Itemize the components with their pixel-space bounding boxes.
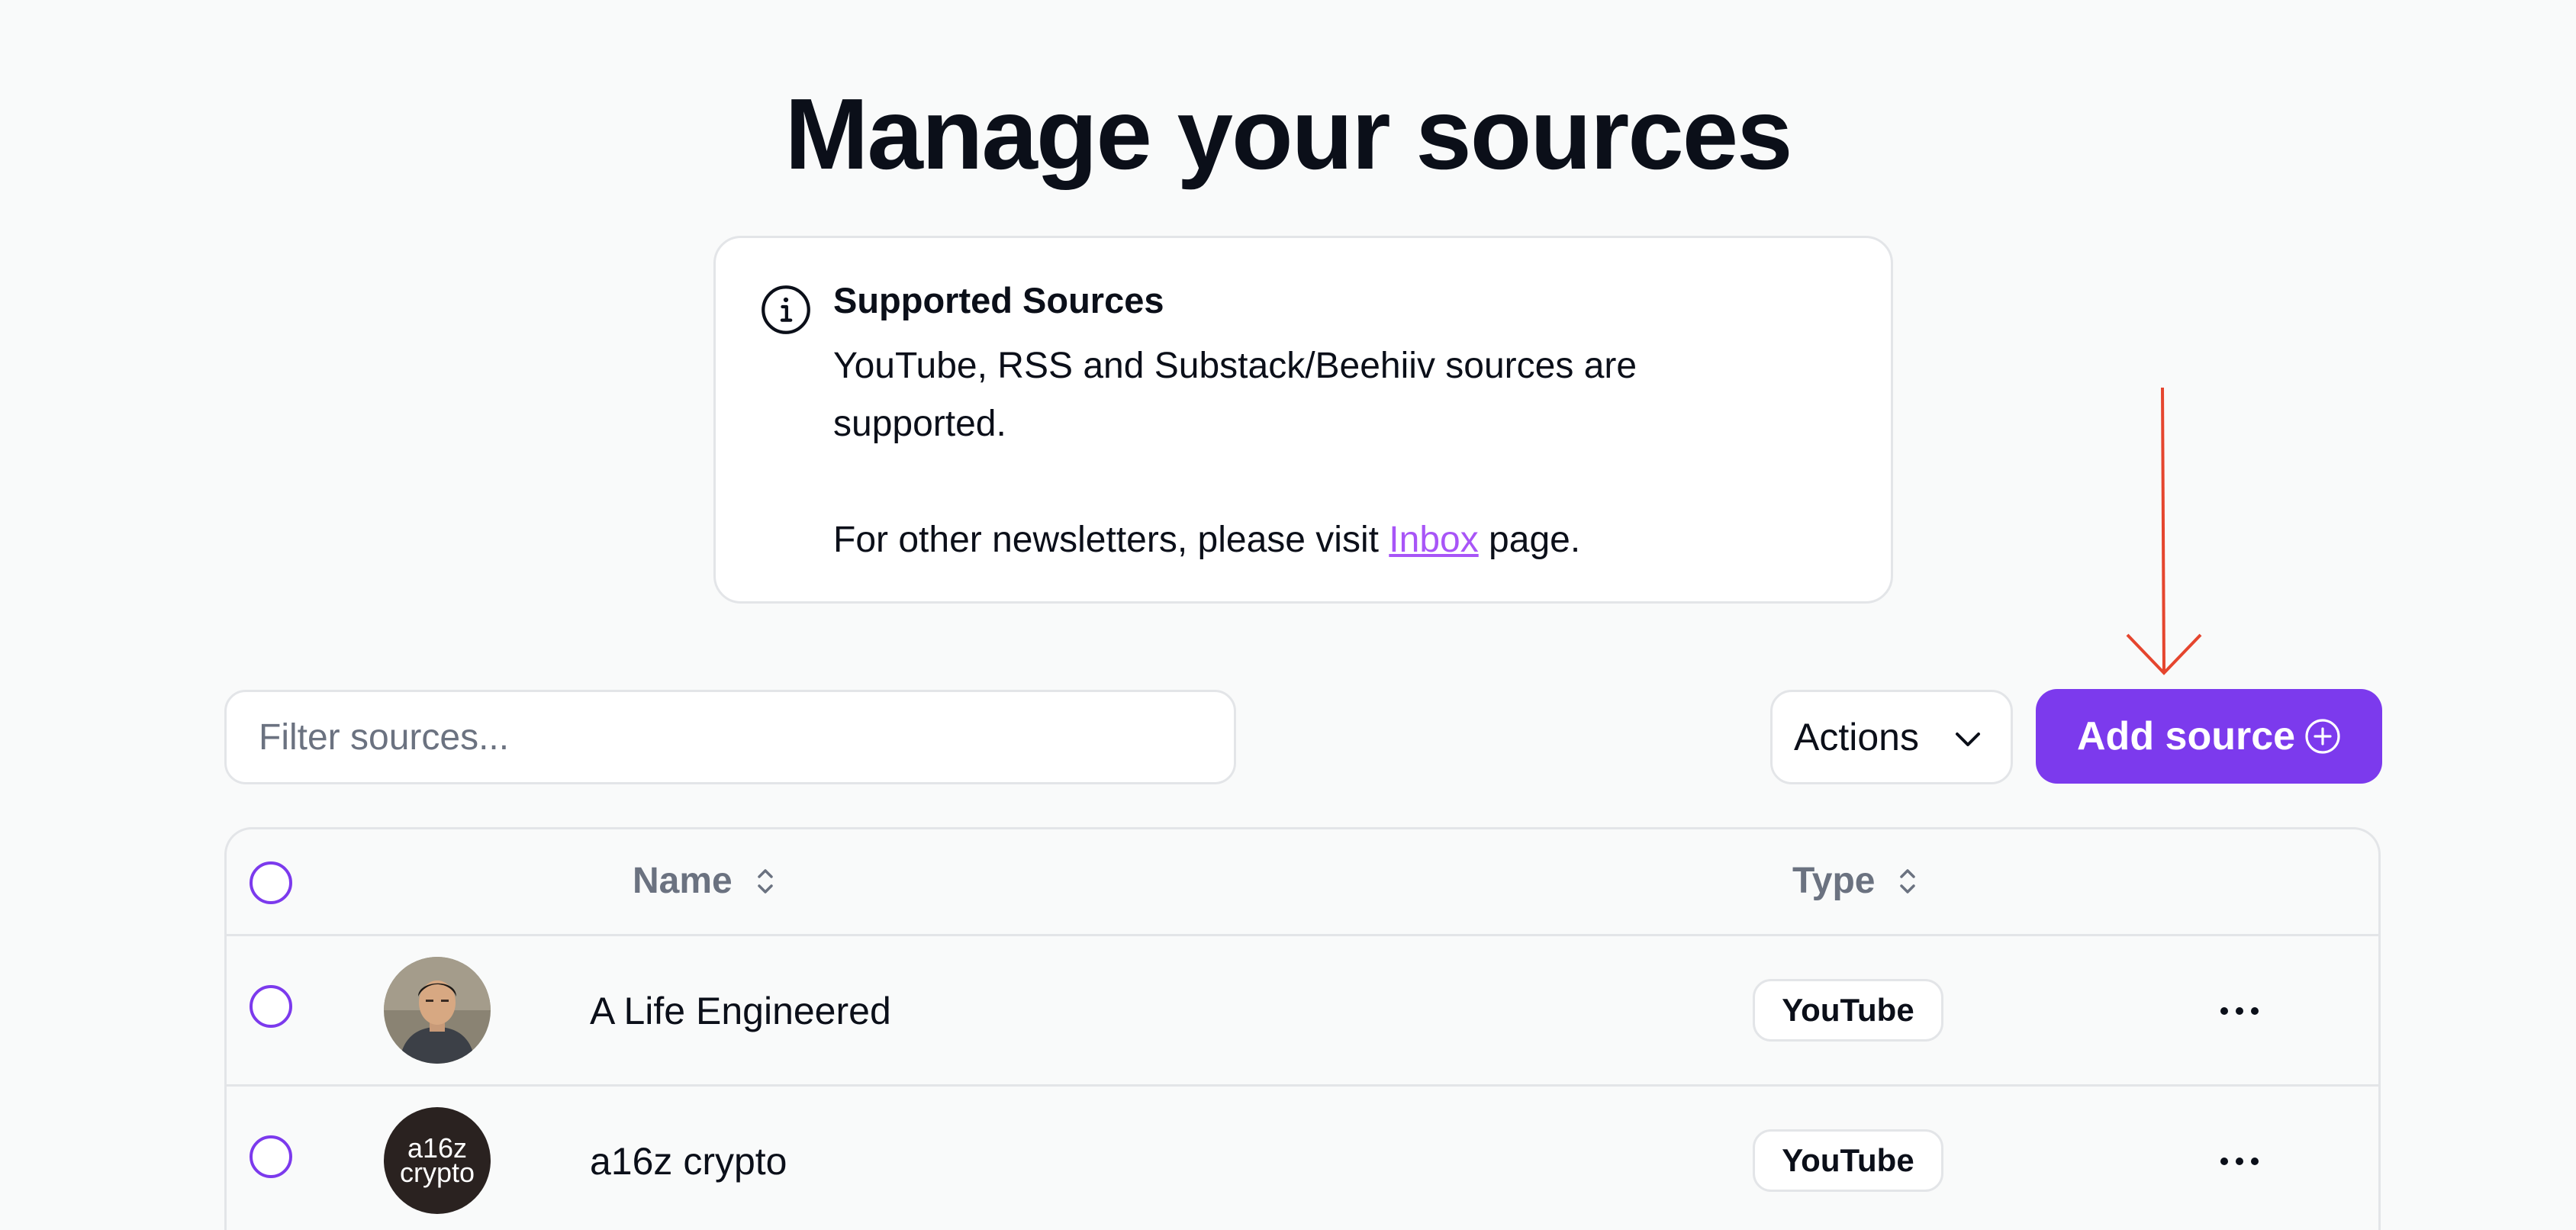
type-badge: YouTube [1753, 979, 1943, 1042]
info-circle-icon [762, 285, 810, 334]
avatar [384, 957, 491, 1064]
column-header-type[interactable]: Type [1792, 860, 1918, 902]
more-horizontal-icon [2220, 1158, 2259, 1165]
add-source-button[interactable]: Add source [2036, 689, 2382, 784]
info-newsletter-prefix: For other newsletters, please visit [833, 520, 1389, 560]
type-badge: YouTube [1753, 1129, 1943, 1192]
add-source-label: Add source [2077, 714, 2296, 758]
manage-sources-page: Manage your sources Supported Sources Yo… [0, 0, 2576, 1230]
info-text: Supported Sources YouTube, RSS and Subst… [833, 278, 1825, 569]
info-newsletter-text: For other newsletters, please visit Inbo… [833, 511, 1825, 569]
info-title: Supported Sources [833, 280, 1164, 320]
plus-circle-icon [2305, 719, 2340, 754]
sort-icon [757, 868, 773, 894]
person-photo-icon [384, 957, 491, 1064]
select-all-checkbox[interactable] [250, 861, 292, 904]
arrow-down-icon [2126, 387, 2202, 675]
avatar-logo-text-2: crypto [400, 1157, 475, 1188]
source-name: A Life Engineered [590, 990, 891, 1032]
table-row[interactable]: a16z crypto a16z crypto YouTube [227, 1087, 2378, 1230]
column-header-type-label: Type [1792, 861, 1876, 901]
table-header: Name Type [227, 829, 2378, 936]
column-header-name-label: Name [633, 861, 733, 901]
source-name: a16z crypto [590, 1140, 787, 1183]
sources-table: Name Type A Life Engineered YouTube a16z… [224, 827, 2381, 1230]
filter-sources-input[interactable] [224, 690, 1236, 784]
page-title: Manage your sources [784, 78, 1792, 190]
row-checkbox[interactable] [250, 1135, 292, 1178]
info-supported-text: YouTube, RSS and Substack/Beehiiv source… [833, 346, 1637, 444]
info-body: YouTube, RSS and Substack/Beehiiv source… [833, 337, 1825, 569]
actions-dropdown-button[interactable]: Actions [1770, 690, 2013, 784]
row-checkbox[interactable] [250, 985, 292, 1028]
inbox-link[interactable]: Inbox [1389, 520, 1478, 560]
info-newsletter-suffix: page. [1478, 520, 1581, 560]
more-options-button[interactable] [2211, 988, 2268, 1034]
a16z-crypto-logo: a16z crypto [384, 1107, 491, 1214]
more-horizontal-icon [2220, 1007, 2259, 1015]
actions-label: Actions [1794, 716, 1919, 758]
column-header-name[interactable]: Name [633, 860, 775, 902]
avatar: a16z crypto [384, 1107, 491, 1214]
more-options-button[interactable] [2211, 1138, 2268, 1184]
chevron-down-icon [1956, 733, 1980, 746]
sort-icon [1900, 868, 1916, 894]
table-row[interactable]: A Life Engineered YouTube [227, 936, 2378, 1087]
supported-sources-card: Supported Sources YouTube, RSS and Subst… [713, 236, 1893, 604]
